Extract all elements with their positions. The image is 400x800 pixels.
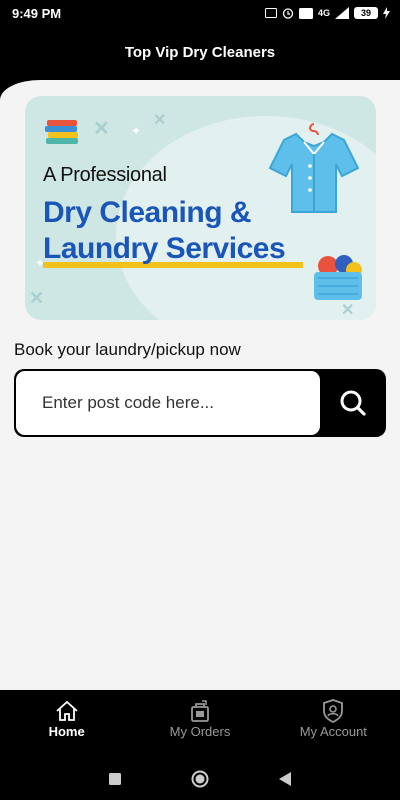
message-icon — [264, 8, 277, 18]
nav-item-my-account[interactable]: My Account — [267, 698, 400, 748]
shirt-icon — [268, 123, 360, 213]
page-title: Top Vip Dry Cleaners — [124, 44, 276, 61]
status-time: 9:49 PM — [12, 5, 62, 21]
decor-x-icon: ✕ — [153, 112, 167, 129]
bottom-navigation: Home My Orders My Account — [0, 690, 400, 800]
top-bar: 9:49 PM 4G 39 Top Vip Dry Cleaners — [0, 0, 400, 80]
decor-x-icon: ✕ — [341, 302, 355, 319]
banner-subtitle: A Professional — [43, 164, 167, 186]
circle-home-icon[interactable] — [191, 770, 209, 788]
laundry-basket-icon — [314, 255, 362, 300]
banner-heading-line1: Dry Cleaning & — [43, 196, 252, 229]
search-button[interactable] — [320, 369, 386, 437]
status-bar: 9:49 PM 4G 39 — [0, 0, 400, 26]
charging-icon — [383, 7, 390, 19]
alarm-icon — [282, 8, 294, 19]
nav-item-my-orders[interactable]: My Orders — [133, 698, 266, 748]
orders-icon — [188, 698, 212, 724]
folded-clothes-icon — [45, 120, 78, 144]
decor-x-icon: ✕ — [29, 288, 45, 308]
decor-x-icon: ✕ — [93, 118, 110, 140]
sparkle-icon: ✦ — [131, 124, 142, 138]
nav-item-home[interactable]: Home — [0, 698, 133, 748]
square-recents-icon[interactable] — [109, 773, 121, 785]
battery-indicator: 39 — [354, 7, 378, 19]
nav-label-my-orders: My Orders — [169, 724, 231, 739]
home-icon — [55, 698, 79, 724]
account-icon — [322, 698, 344, 724]
system-navigation — [0, 764, 400, 794]
status-icons: 4G 39 — [264, 7, 390, 19]
volte-icon — [298, 7, 313, 19]
search-icon — [340, 390, 366, 416]
postcode-search-bar — [14, 369, 386, 437]
banner-heading-line2: Laundry Services — [43, 232, 286, 265]
nav-label-my-account: My Account — [299, 724, 367, 739]
booking-label: Book your laundry/pickup now — [14, 340, 241, 359]
postcode-input[interactable] — [16, 371, 320, 435]
triangle-back-icon[interactable] — [279, 772, 291, 786]
promo-banner: ✕ ✕ ✕ ✕ ✦ ✦ A Professional Dry Cleaning … — [25, 96, 376, 320]
network-type: 4G — [317, 8, 330, 18]
signal-icon — [335, 7, 349, 19]
nav-label-home: Home — [48, 724, 85, 739]
